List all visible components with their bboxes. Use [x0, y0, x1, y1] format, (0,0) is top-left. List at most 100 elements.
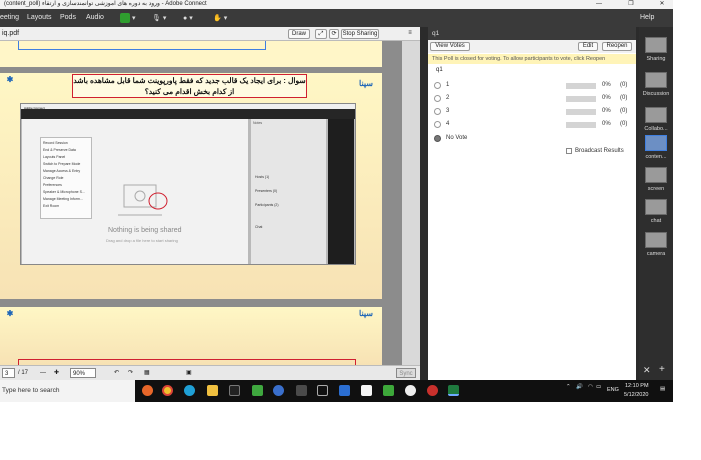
notes-icon[interactable]	[361, 385, 372, 396]
viewer-scrollbar[interactable]	[402, 41, 420, 365]
view-votes-button[interactable]: View Votes	[430, 42, 470, 51]
firefox-icon[interactable]	[142, 385, 153, 396]
file-explorer-icon[interactable]	[207, 385, 218, 396]
redo-button[interactable]: ↷	[128, 368, 133, 378]
poll-option[interactable]: 3 0% (0)	[434, 107, 632, 117]
pod-options-button[interactable]: ≡	[404, 29, 416, 39]
layout-camera[interactable]: camera	[642, 232, 670, 267]
broadcast-results-checkbox[interactable]: Broadcast Results	[566, 148, 624, 154]
restore-button[interactable]: ❐	[624, 0, 638, 9]
windows-taskbar: Type here to search ⌃ 🔊 ◠ ▭ ENG 12:10 PM…	[0, 380, 673, 402]
menu-meeting[interactable]: eeting	[0, 14, 19, 21]
page-number-field[interactable]: 3	[2, 368, 15, 378]
camtasia-icon[interactable]	[252, 385, 263, 396]
speaker-tray-icon[interactable]: 🔊	[576, 384, 583, 390]
radio-button[interactable]	[434, 95, 441, 102]
add-layout-button[interactable]: +	[659, 364, 665, 375]
chevron-down-icon: ▾	[162, 15, 167, 22]
webcam-toggle[interactable]: ● ▾	[183, 12, 193, 24]
window-title: (content_poll) ورود به دوره های آموزشی ت…	[4, 1, 207, 7]
speaker-toggle[interactable]: ▾	[120, 12, 136, 24]
menu-help[interactable]: Help	[640, 14, 654, 21]
layout-label: conten...	[645, 154, 667, 160]
layout-discussion[interactable]: Discussion	[642, 72, 670, 107]
chevron-down-icon: ▾	[132, 15, 136, 22]
poll-option-count: (0)	[620, 108, 628, 114]
app-icon[interactable]	[296, 385, 307, 396]
radio-button[interactable]	[434, 82, 441, 89]
battery-tray-icon[interactable]: ▭	[596, 384, 601, 390]
layout-sharing[interactable]: Sharing	[642, 37, 670, 72]
broadcast-results-label: Broadcast Results	[575, 148, 624, 154]
zoom-in-button[interactable]: ✚	[54, 368, 59, 378]
poll-option[interactable]: 4 0% (0)	[434, 120, 632, 130]
menu-audio[interactable]: Audio	[86, 14, 104, 21]
webcam-icon: ●	[183, 14, 188, 22]
thumbnails-button[interactable]: ▦	[144, 368, 150, 378]
chrome-icon[interactable]	[162, 385, 173, 396]
draw-button[interactable]: Draw	[288, 29, 310, 39]
wrench-icon: ✕	[643, 365, 651, 375]
app-icon[interactable]	[383, 385, 394, 396]
layout-screen[interactable]: screen	[642, 167, 670, 202]
nested-menu-item: Manage Meeting Inform...	[43, 197, 83, 201]
menu-layouts[interactable]: Layouts	[27, 14, 52, 21]
network-icon[interactable]	[405, 385, 416, 396]
clock-date[interactable]: 5/12/2020	[624, 392, 648, 398]
slide-current: ✱ سوال : برای ایجاد یک قالب جدید که فقط …	[0, 73, 382, 299]
menu-pods[interactable]: Pods	[60, 14, 76, 21]
poll-option[interactable]: 2 0% (0)	[434, 94, 632, 104]
radio-button[interactable]	[434, 135, 441, 142]
radio-button[interactable]	[434, 108, 441, 115]
reopen-poll-button[interactable]: Reopen	[602, 42, 632, 51]
checkbox[interactable]	[566, 148, 572, 154]
edit-poll-button[interactable]: Edit	[578, 42, 598, 51]
language-indicator[interactable]: ENG	[607, 387, 619, 393]
layout-content-poll[interactable]: conten...	[642, 135, 670, 170]
nested-menu-item: Layouts Panel	[43, 155, 66, 159]
inkscape-icon[interactable]	[317, 385, 328, 396]
layout-label: camera	[646, 251, 666, 257]
poll-result-bar	[566, 109, 596, 115]
nested-side-pods: Notes Hosts (1) Presenters (0) Participa…	[251, 119, 326, 264]
stop-sharing-button[interactable]: Stop Sharing	[341, 29, 379, 39]
poll-result-bar	[566, 122, 596, 128]
nested-menu-item: Speaker & Microphone S...	[43, 190, 85, 194]
poll-question: q1	[436, 67, 443, 73]
zoom-select[interactable]: 90%	[70, 368, 96, 378]
radio-button[interactable]	[434, 121, 441, 128]
network-tray-icon[interactable]: ◠	[588, 384, 593, 390]
poll-result-bar	[566, 96, 596, 102]
logo-left: ✱	[6, 75, 14, 84]
notifications-icon[interactable]: ▤	[660, 386, 665, 392]
excel-icon[interactable]	[448, 385, 459, 396]
show-hidden-icons[interactable]: ⌃	[566, 384, 571, 390]
taskbar-search[interactable]: Type here to search	[0, 380, 135, 402]
app-icon[interactable]	[427, 385, 438, 396]
zoom-out-button[interactable]: —	[40, 368, 46, 378]
layout-settings-button[interactable]: ✕	[643, 365, 651, 376]
close-button[interactable]: ✕	[655, 0, 669, 9]
menu-bar: eeting Layouts Pods Audio ▾ 🎙 ▾ ● ▾ ✋ ▾ …	[0, 9, 673, 27]
audacity-icon[interactable]	[273, 385, 284, 396]
poll-option[interactable]: 1 0% (0)	[434, 81, 632, 91]
logo-right: سپنا	[359, 309, 373, 318]
photos-icon[interactable]	[339, 385, 350, 396]
layout-chat[interactable]: chat	[642, 199, 670, 234]
question-text: سوال : برای ایجاد یک قالب جدید که فقط پا…	[72, 74, 307, 98]
microphone-toggle[interactable]: 🎙 ▾	[152, 12, 166, 24]
sync-icon-button[interactable]: ⟳	[329, 29, 339, 39]
poll-option-count: (0)	[620, 121, 628, 127]
minimize-button[interactable]: —	[592, 0, 606, 9]
sync-button[interactable]: Sync	[396, 368, 416, 378]
fullscreen-button[interactable]: ⤢	[315, 29, 327, 39]
nested-meeting-menu: Record Session End & Preserve Data Layou…	[40, 137, 92, 219]
edge-icon[interactable]	[184, 385, 195, 396]
status-toggle[interactable]: ✋ ▾	[213, 12, 227, 24]
undo-button[interactable]: ↶	[114, 368, 119, 378]
terminal-icon[interactable]	[229, 385, 240, 396]
clock-time[interactable]: 12:10 PM	[625, 383, 649, 389]
present-button[interactable]: ▣	[186, 368, 192, 378]
document-viewer[interactable]: ✱ سوال : برای ایجاد یک قالب جدید که فقط …	[0, 41, 402, 365]
nested-menu-item: End & Preserve Data	[43, 148, 76, 152]
